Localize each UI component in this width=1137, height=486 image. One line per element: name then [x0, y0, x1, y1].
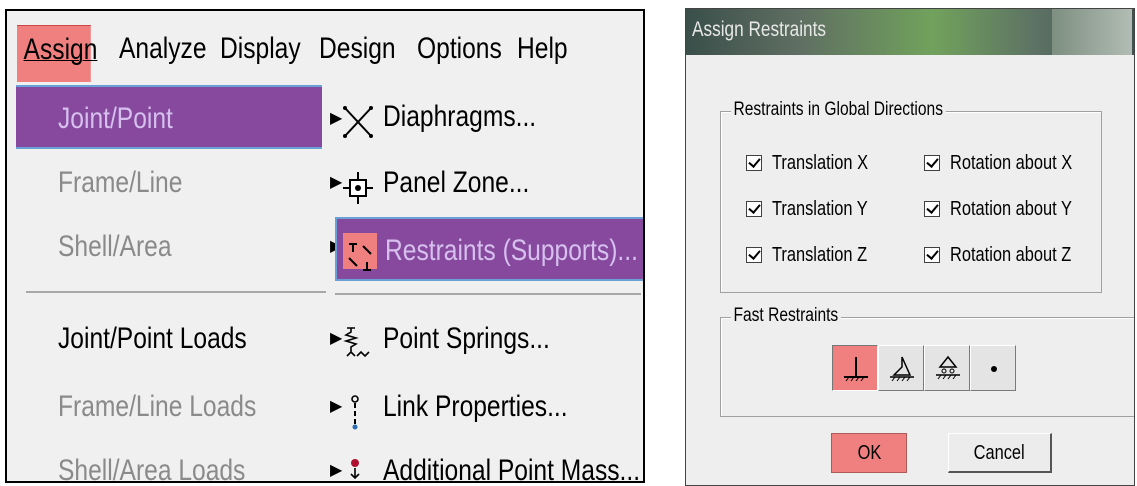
menu-screenshot: Assign Analyze Display Design Options He…	[5, 9, 645, 483]
menu-item-label: Additional Point Mass...	[383, 454, 641, 483]
menu-assign[interactable]: Assign	[17, 25, 97, 82]
fixed-support-icon	[844, 357, 868, 382]
free-dot-icon	[991, 366, 997, 372]
checkbox-label: Rotation about Y	[950, 198, 1072, 220]
checkbox-checked-icon	[924, 155, 940, 171]
checkbox-label: Translation Z	[772, 244, 868, 266]
link-icon	[341, 389, 375, 430]
checkbox-label: Rotation about Z	[950, 244, 1072, 266]
menu-item-label: Point Springs...	[383, 322, 550, 355]
menu-options[interactable]: Options	[417, 25, 502, 81]
menu-item-label: Joint/Point	[58, 102, 173, 135]
menu-item-point-springs[interactable]: Point Springs...	[335, 307, 643, 371]
menu-item-joint-point[interactable]: Joint/Point ▶	[16, 85, 342, 149]
assign-restraints-dialog: Assign Restraints Restraints in Global D…	[685, 8, 1135, 486]
ok-button[interactable]: OK	[831, 433, 907, 473]
dialog-title: Assign Restraints	[692, 18, 826, 41]
joint-point-submenu: Diaphragms... Panel Zone... Restraints (…	[335, 85, 643, 483]
panel-zone-icon	[341, 165, 375, 204]
checkbox-checked-icon	[924, 247, 940, 263]
assign-dropdown: Joint/Point ▶ Frame/Line ▶ Shell/Area ▶ …	[16, 85, 342, 483]
checkbox-checked-icon	[746, 155, 762, 171]
menu-separator	[26, 291, 326, 293]
dialog-titlebar[interactable]: Assign Restraints	[686, 9, 1134, 55]
window-controls[interactable]	[1052, 9, 1132, 55]
menu-item-label: Panel Zone...	[383, 166, 530, 199]
checkbox-checked-icon	[746, 247, 762, 263]
menu-item-diaphragms[interactable]: Diaphragms...	[335, 85, 643, 149]
menu-item-label: Frame/Line	[58, 166, 183, 199]
menu-item-shell-area[interactable]: Shell/Area ▶	[16, 215, 342, 279]
group-title: Fast Restraints	[731, 305, 841, 327]
checkbox-label: Translation Y	[772, 198, 868, 220]
menu-item-frame-line[interactable]: Frame/Line ▶	[16, 151, 342, 215]
cancel-button[interactable]: Cancel	[948, 433, 1052, 473]
diaphragm-icon	[341, 99, 375, 138]
menu-item-additional-point-mass[interactable]: Additional Point Mass...	[335, 439, 643, 483]
free-joint-button[interactable]	[970, 345, 1016, 391]
menu-design[interactable]: Design	[319, 25, 396, 81]
menu-item-label: Diaphragms...	[383, 100, 537, 133]
menu-item-label: Shell/Area Loads	[58, 454, 246, 483]
menu-item-label: Joint/Point Loads	[58, 322, 247, 355]
group-title: Restraints in Global Directions	[731, 99, 946, 121]
menu-help[interactable]: Help	[517, 25, 568, 81]
point-mass-icon	[341, 453, 375, 481]
menu-item-label: Frame/Line Loads	[58, 390, 257, 423]
pinned-support-button[interactable]	[878, 345, 924, 391]
checkbox-checked-icon	[924, 201, 940, 217]
menu-item-panel-zone[interactable]: Panel Zone...	[335, 151, 643, 215]
menu-item-label: Link Properties...	[383, 390, 568, 423]
menu-item-frame-line-loads[interactable]: Frame/Line Loads ▶	[16, 375, 342, 439]
fixed-support-button[interactable]	[832, 345, 878, 391]
pinned-support-icon	[890, 356, 914, 382]
menu-item-joint-point-loads[interactable]: Joint/Point Loads ▶	[16, 307, 342, 371]
menu-analyze[interactable]: Analyze	[119, 25, 207, 81]
checkbox-checked-icon	[746, 201, 762, 217]
menu-item-link-properties[interactable]: Link Properties...	[335, 375, 643, 439]
restraints-icon	[343, 233, 377, 271]
menu-item-label: Restraints (Supports)...	[385, 234, 638, 267]
menu-separator	[335, 293, 641, 295]
menu-display[interactable]: Display	[220, 25, 301, 81]
roller-support-button[interactable]	[924, 345, 970, 391]
menu-item-label: Shell/Area	[58, 230, 172, 263]
roller-support-icon	[936, 355, 960, 380]
spring-icon	[341, 321, 375, 358]
menubar: Assign Analyze Display Design Options He…	[7, 11, 643, 85]
menu-item-restraints[interactable]: Restraints (Supports)...	[335, 217, 643, 281]
checkbox-label: Rotation about X	[950, 152, 1073, 174]
menu-item-shell-area-loads[interactable]: Shell/Area Loads ▶	[16, 439, 342, 483]
checkbox-label: Translation X	[772, 152, 869, 174]
